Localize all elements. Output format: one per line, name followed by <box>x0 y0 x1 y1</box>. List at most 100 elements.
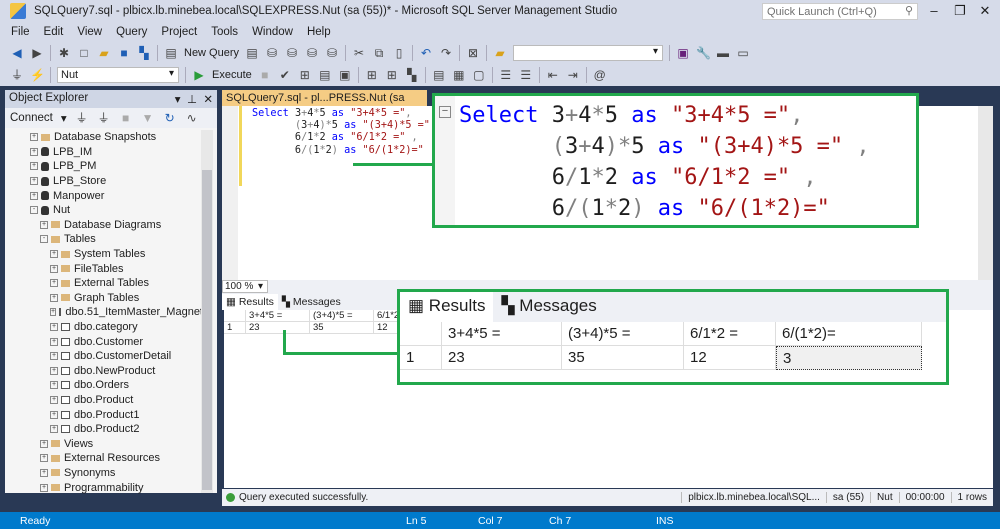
row-number[interactable]: 1 <box>400 346 442 370</box>
object-explorer-scrollbar[interactable] <box>201 130 213 493</box>
menu-view[interactable]: View <box>70 26 109 38</box>
tree-item[interactable]: + dbo.CustomerDetail <box>5 349 203 364</box>
refresh-icon[interactable]: ↻ <box>163 111 177 125</box>
tree-item[interactable]: + dbo.Product2 <box>5 422 203 437</box>
display-plan-icon[interactable]: ⊞ <box>298 68 312 82</box>
tab-messages[interactable]: ▚ Messages <box>278 294 345 310</box>
execute-button[interactable]: Execute <box>212 69 252 81</box>
tree-item[interactable]: + dbo.Orders <box>5 378 203 393</box>
specify-values-icon[interactable]: @ <box>593 68 607 82</box>
expand-icon[interactable]: + <box>40 220 48 229</box>
expand-icon[interactable]: + <box>50 293 58 302</box>
tree-item[interactable]: + Graph Tables <box>5 291 203 306</box>
editor-scrollbar[interactable] <box>978 106 993 280</box>
dmx-query-icon[interactable]: ⛁ <box>285 46 299 60</box>
connect-plug-icon[interactable]: ⏚ <box>10 68 24 82</box>
expand-icon[interactable]: + <box>30 133 38 142</box>
expand-icon[interactable]: + <box>40 468 48 477</box>
new-query-button[interactable]: New Query <box>184 47 239 59</box>
increase-indent-icon[interactable]: ⇥ <box>566 68 580 82</box>
tree-item[interactable]: + dbo.51_ItemMaster_Magnet <box>5 305 203 320</box>
intellisense-icon[interactable]: ▣ <box>338 68 352 82</box>
copy-icon[interactable]: ⧉ <box>372 46 386 60</box>
expand-icon[interactable]: + <box>50 366 58 375</box>
expand-icon[interactable]: + <box>40 439 48 448</box>
mdx-query-icon[interactable]: ⛁ <box>265 46 279 60</box>
zoom-select[interactable]: 100 % <box>222 280 268 293</box>
grid-cell[interactable]: 35 <box>562 346 684 370</box>
redo-icon[interactable]: ↷ <box>439 46 453 60</box>
grid-cell[interactable]: 35 <box>310 322 374 334</box>
query-type-icon[interactable]: ▤ <box>245 46 259 60</box>
cut-icon[interactable]: ✂ <box>352 46 366 60</box>
toolbox-icon[interactable]: ▬ <box>716 46 730 60</box>
expand-icon[interactable]: + <box>50 323 58 332</box>
tree-item[interactable]: + Manpower <box>5 188 203 203</box>
disconnect-icon[interactable]: ⏚ <box>97 111 111 125</box>
client-stats-icon[interactable]: ▚ <box>405 68 419 82</box>
table-row[interactable]: 12335123 <box>400 346 946 370</box>
filter-icon[interactable]: ▼ <box>141 111 155 125</box>
expand-icon[interactable]: + <box>40 483 48 492</box>
parse-check-icon[interactable]: ✔ <box>278 68 292 82</box>
properties-wrench-icon[interactable]: 🔧 <box>696 46 711 60</box>
tree-item[interactable]: + LPB_Store <box>5 174 203 189</box>
menu-file[interactable]: File <box>4 26 37 38</box>
tree-item[interactable]: + dbo.NewProduct <box>5 364 203 379</box>
tab-results[interactable]: ▦ Results <box>222 294 278 310</box>
menu-window[interactable]: Window <box>245 26 300 38</box>
menu-tools[interactable]: Tools <box>204 26 245 38</box>
new-query-icon[interactable]: ▤ <box>164 46 178 60</box>
vs-icon[interactable]: ▣ <box>676 46 690 60</box>
find-icon[interactable]: ▰ <box>493 46 507 60</box>
expand-icon[interactable]: + <box>50 337 58 346</box>
find-combo[interactable] <box>513 45 664 61</box>
live-stats-icon[interactable]: ⊞ <box>385 68 399 82</box>
tree-item[interactable]: + External Resources <box>5 451 203 466</box>
query-options-icon[interactable]: ▤ <box>318 68 332 82</box>
expand-icon[interactable]: + <box>50 381 58 390</box>
tree-item[interactable]: + Views <box>5 436 203 451</box>
tree-item[interactable]: + External Tables <box>5 276 203 291</box>
connect-plug-icon[interactable]: ⏚ <box>75 111 89 125</box>
uncomment-icon[interactable]: ☰ <box>519 68 533 82</box>
menu-help[interactable]: Help <box>300 26 338 38</box>
database-select[interactable]: Nut <box>57 67 179 83</box>
expand-icon[interactable]: - <box>30 206 38 215</box>
grid-cell[interactable]: 23 <box>442 346 562 370</box>
expand-icon[interactable]: + <box>30 147 38 156</box>
column-header[interactable]: 3+4*5 = <box>442 322 562 346</box>
expand-icon[interactable]: + <box>30 191 38 200</box>
paste-icon[interactable]: ▯ <box>392 46 406 60</box>
xmla-query-icon[interactable]: ⛁ <box>305 46 319 60</box>
expand-icon[interactable]: + <box>50 425 58 434</box>
tab-sqlquery7[interactable]: SQLQuery7.sql - pl...PRESS.Nut (sa (55))… <box>222 90 427 117</box>
tree-item[interactable]: + Programmability <box>5 480 203 495</box>
open-file-icon[interactable]: ▰ <box>97 46 111 60</box>
tree-item[interactable]: + Database Snapshots <box>5 130 203 145</box>
new-project-icon[interactable]: ✱ <box>57 46 71 60</box>
tree-item[interactable]: + System Tables <box>5 247 203 262</box>
expand-icon[interactable]: + <box>50 410 58 419</box>
menu-project[interactable]: Project <box>154 26 204 38</box>
tree-item[interactable]: - Nut <box>5 203 203 218</box>
add-item-icon[interactable]: □ <box>77 46 91 60</box>
row-number[interactable]: 1 <box>224 322 246 334</box>
command-window-icon[interactable]: ▭ <box>736 46 750 60</box>
minimize-button[interactable]: – <box>924 3 944 18</box>
dax-query-icon[interactable]: ⛁ <box>325 46 339 60</box>
grid-cell[interactable]: 3 <box>776 346 922 370</box>
activity-monitor-icon[interactable]: ∿ <box>185 111 199 125</box>
connect-button[interactable]: Connect <box>10 112 53 124</box>
tree-item[interactable]: + dbo.category <box>5 320 203 335</box>
expand-icon[interactable]: + <box>50 250 58 259</box>
expand-icon[interactable]: + <box>50 395 58 404</box>
change-connection-icon[interactable]: ⚡ <box>30 68 45 82</box>
column-header[interactable]: (3+4)*5 = <box>310 310 374 322</box>
close-button[interactable]: ✕ <box>975 3 995 19</box>
results-to-text-icon[interactable]: ▤ <box>432 68 446 82</box>
comment-icon[interactable]: ☰ <box>499 68 513 82</box>
panel-controls[interactable]: ▾ ⊥ ✕ <box>175 92 213 106</box>
column-header[interactable]: 3+4*5 = <box>246 310 310 322</box>
save-icon[interactable]: ■ <box>117 46 131 60</box>
